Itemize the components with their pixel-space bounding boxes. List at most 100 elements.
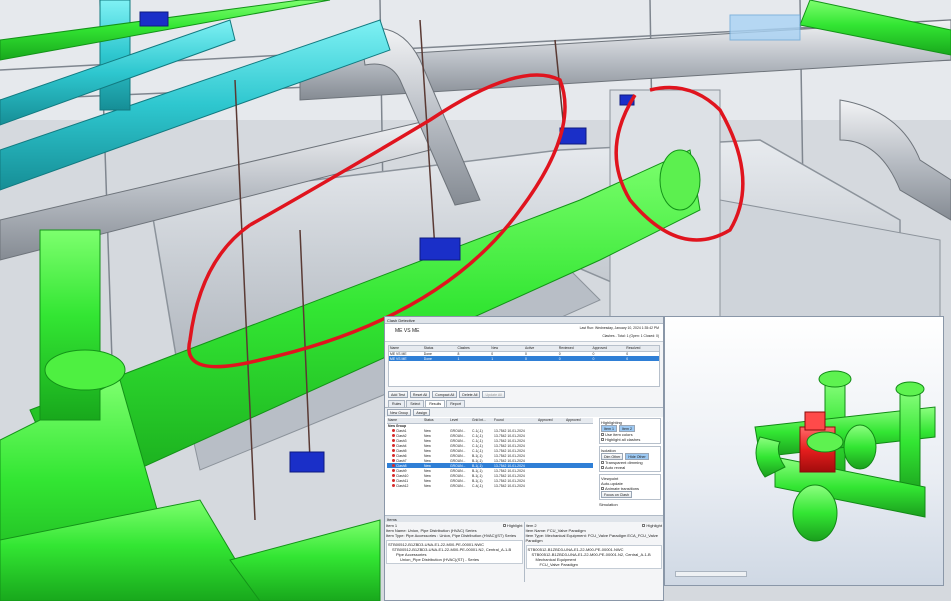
clash-name: Clash12: [396, 483, 409, 488]
cell: 0: [558, 356, 561, 361]
cell: 0: [525, 356, 527, 361]
test-row-selected[interactable]: ME VS ME Done 1 1 0 0 0 0: [389, 356, 659, 361]
clash-name: Clash8: [396, 463, 407, 468]
clash-name: Clash11: [396, 478, 409, 483]
cell: [565, 483, 593, 488]
clash-status-icon: [392, 464, 395, 468]
clash-name: Clash6: [396, 453, 407, 458]
clash-summary: Clashes - Total: 1 (Open: 1 Closed: 0): [602, 334, 659, 338]
item1-highlight-checkbox[interactable]: [502, 524, 506, 528]
assign-button[interactable]: Assign: [413, 409, 430, 416]
cell: 1: [491, 356, 494, 361]
tab-rules[interactable]: Rules: [388, 400, 406, 407]
clash-viewpoint[interactable]: [664, 316, 944, 586]
cell: 0: [626, 356, 629, 361]
auto-reveal-checkbox[interactable]: [601, 466, 604, 469]
clash-name: Clash2: [396, 433, 407, 438]
clash-status-icon: [392, 484, 395, 488]
clash-name: Clash9: [396, 468, 407, 473]
highlighting-group: Highlighting Item 1 Item 2 Use item colo…: [599, 418, 661, 444]
clash-status-icon: [392, 444, 395, 448]
tree-node[interactable]: Union_Pipe Distribution (HVAC)(ST) - Ser…: [388, 557, 521, 562]
item1-type: Item Type: Pipe Accessories : Union, Pip…: [386, 533, 517, 538]
focus-on-clash-button[interactable]: Focus on Clash: [601, 491, 632, 498]
view-scrollbar[interactable]: [675, 571, 747, 577]
cell: Done: [423, 356, 432, 361]
clash-model-render: [754, 370, 936, 542]
panel-titlebar: Clash Detective: [385, 317, 663, 324]
item2-highlight-label: Highlight: [646, 523, 662, 528]
results-table: Name Status Level Grid Int... Found Appr…: [387, 418, 593, 488]
hide-other-button[interactable]: Hide Other: [625, 453, 649, 460]
clash-status-icon: [392, 459, 395, 463]
tab-select[interactable]: Select: [406, 400, 425, 407]
reset-all-button[interactable]: Reset All: [409, 391, 431, 398]
item1-toggle[interactable]: Item 1: [601, 425, 617, 432]
clash-status-icon: [392, 434, 395, 438]
item1-pane: Item 1 Highlight Item Name: Union, Pipe D…: [385, 522, 525, 582]
clash-detective-panel: Clash Detective ME VS ME Last Run: Wedne…: [384, 316, 664, 601]
items-label: Items: [387, 516, 397, 522]
cell: 1: [457, 356, 460, 361]
clash-status-icon: [392, 439, 395, 443]
viewpoint-group: Viewpoint Auto-update Animate transition…: [599, 474, 661, 500]
delete-all-button[interactable]: Delete All: [459, 391, 481, 398]
cell: GROUN...: [450, 483, 466, 488]
clash-name: Clash1: [396, 428, 407, 433]
compact-all-button[interactable]: Compact All: [432, 391, 458, 398]
tab-strip: Rules Select Results Report: [385, 399, 663, 407]
clash-status-icon: [392, 429, 395, 433]
item2-toggle[interactable]: Item 2: [619, 425, 635, 432]
tests-table: Name Status Clashes New Active Reviewed …: [389, 346, 659, 361]
highlight-all-checkbox[interactable]: [601, 438, 604, 441]
cell: C-4(-1): [472, 483, 483, 488]
last-run: Last Run: Wednesday, January 10, 2024 1:…: [579, 326, 659, 330]
clash-name: Clash10: [396, 473, 409, 478]
item2-highlight-checkbox[interactable]: [642, 524, 646, 528]
cell: 13-7542 10-01-2024: [494, 483, 525, 488]
tree-node[interactable]: FCU_Valve Paradigm: [528, 562, 661, 567]
clash-name: Clash4: [396, 443, 407, 448]
cell: [537, 483, 565, 488]
results-pane: New Group Assign Name Status Level Grid …: [385, 407, 663, 515]
update-all-button[interactable]: Update All: [482, 391, 505, 398]
item2-pane: Item 2 Highlight Item Name: FCU_Valve Par…: [525, 522, 664, 582]
clash-status-icon: [392, 469, 395, 473]
clash-name: Clash7: [396, 458, 407, 463]
clash-status-icon: [392, 479, 395, 483]
new-group-button[interactable]: New Group: [387, 409, 412, 416]
item1-tree: STB00512-B1ZBD3-UNA-E1-22-M00-PE-00001.N…: [386, 540, 523, 564]
highlight-all-label: Highlight all clashes: [605, 437, 641, 442]
test-header: ME VS ME Last Run: Wednesday, January 10…: [385, 324, 663, 342]
panel-title: Clash Detective: [387, 317, 416, 323]
tab-results[interactable]: Results: [425, 400, 446, 407]
clash-name-cell: Clash12: [387, 483, 423, 488]
display-settings: Highlighting Item 1 Item 2 Use item colo…: [599, 418, 661, 514]
item1-highlight-label: Highlight: [506, 523, 523, 528]
cell: 0: [592, 356, 595, 361]
animate-checkbox[interactable]: [601, 487, 604, 490]
test-toolbar: Add Test Reset All Compact All Delete Al…: [385, 390, 663, 399]
tests-list: Name Status Clashes New Active Reviewed …: [388, 345, 660, 387]
use-item-colors-checkbox[interactable]: [601, 433, 604, 436]
add-test-button[interactable]: Add Test: [388, 391, 408, 398]
dim-other-button[interactable]: Dim Other: [601, 453, 624, 460]
cell: New: [424, 483, 431, 488]
results-list: Name Status Level Grid Int... Found Appr…: [387, 418, 593, 514]
item2-tree: STB00512-B1ZBD3-UNA-E1-22-M00-PE-00001.N…: [525, 545, 662, 569]
tab-report[interactable]: Report: [446, 400, 465, 407]
clash-status-icon: [392, 454, 395, 458]
results-toolbar: New Group Assign: [385, 408, 663, 417]
test-name: ME VS ME: [395, 328, 420, 334]
clash-status-icon: [392, 474, 395, 478]
items-pane: Item 1 Highlight Item Name: Union, Pipe D…: [385, 522, 663, 582]
simulation-label: Simulation: [599, 502, 618, 507]
clash-row[interactable]: Clash12 New GROUN... C-4(-1) 13-7542 10-01-2…: [387, 483, 593, 488]
item2-type: Item Type: Mechanical Equipment: FCU_Val…: [525, 533, 659, 543]
clash-name: Clash3: [396, 438, 407, 443]
clash-status-icon: [392, 449, 395, 453]
transparent-dimming-checkbox[interactable]: [601, 461, 604, 464]
clash-name: Clash5: [396, 448, 407, 453]
items-header[interactable]: Items: [385, 515, 663, 522]
isolation-group: Isolation Dim Other Hide Other Transpare…: [599, 446, 661, 472]
